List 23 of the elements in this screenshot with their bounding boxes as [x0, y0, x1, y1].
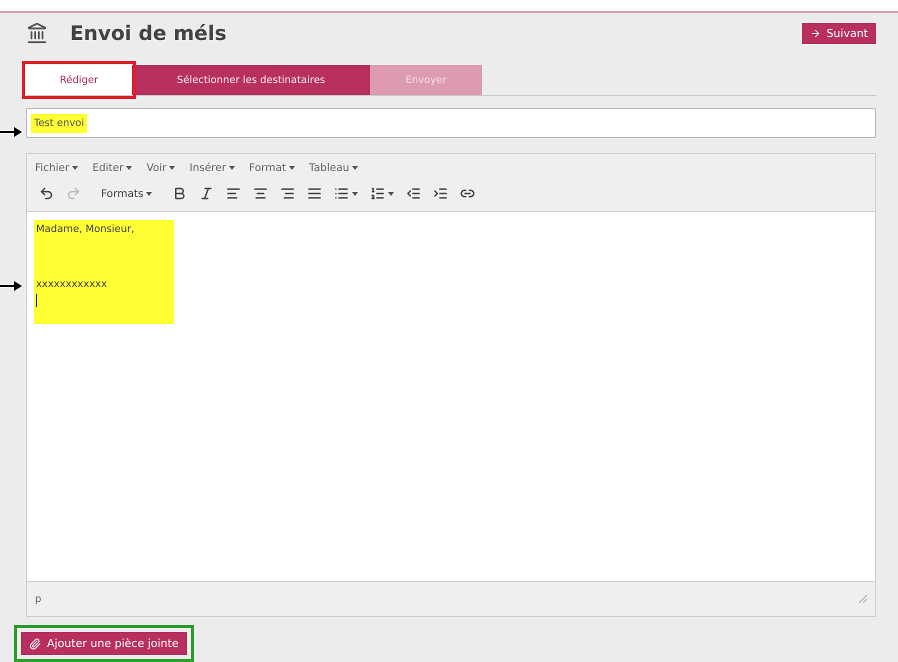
menu-item[interactable]: Tableau: [309, 162, 358, 174]
annotation-arrow-icon: [0, 126, 22, 138]
subject-field[interactable]: Test envoi: [26, 108, 876, 138]
attach-button[interactable]: Ajouter une pièce jointe: [21, 632, 187, 655]
page-title: Envoi de méls: [70, 21, 228, 45]
arrow-icon: [810, 28, 822, 38]
resize-handle-icon[interactable]: [859, 595, 867, 603]
tab[interactable]: Rédiger: [26, 65, 132, 95]
body-text: Madame, Monsieur,: [36, 224, 136, 235]
menu-item[interactable]: Format: [249, 162, 296, 174]
body-text: xxxxxxxxxxxx: [36, 279, 108, 290]
text-cursor: [36, 294, 37, 307]
next-button[interactable]: Suivant: [802, 22, 876, 44]
annotation-arrow-icon: [0, 280, 22, 292]
menu-item[interactable]: Voir: [146, 162, 176, 174]
bank-building-icon: [26, 22, 48, 44]
tab[interactable]: Sélectionner les destinataires: [132, 65, 370, 95]
menu-item[interactable]: Insérer: [189, 162, 236, 174]
paperclip-icon: [29, 638, 41, 650]
element-path: p: [35, 594, 42, 604]
formats-dropdown[interactable]: Formats: [97, 186, 156, 202]
menu-item[interactable]: Editer: [92, 162, 132, 174]
menu-item[interactable]: Fichier: [35, 162, 78, 174]
